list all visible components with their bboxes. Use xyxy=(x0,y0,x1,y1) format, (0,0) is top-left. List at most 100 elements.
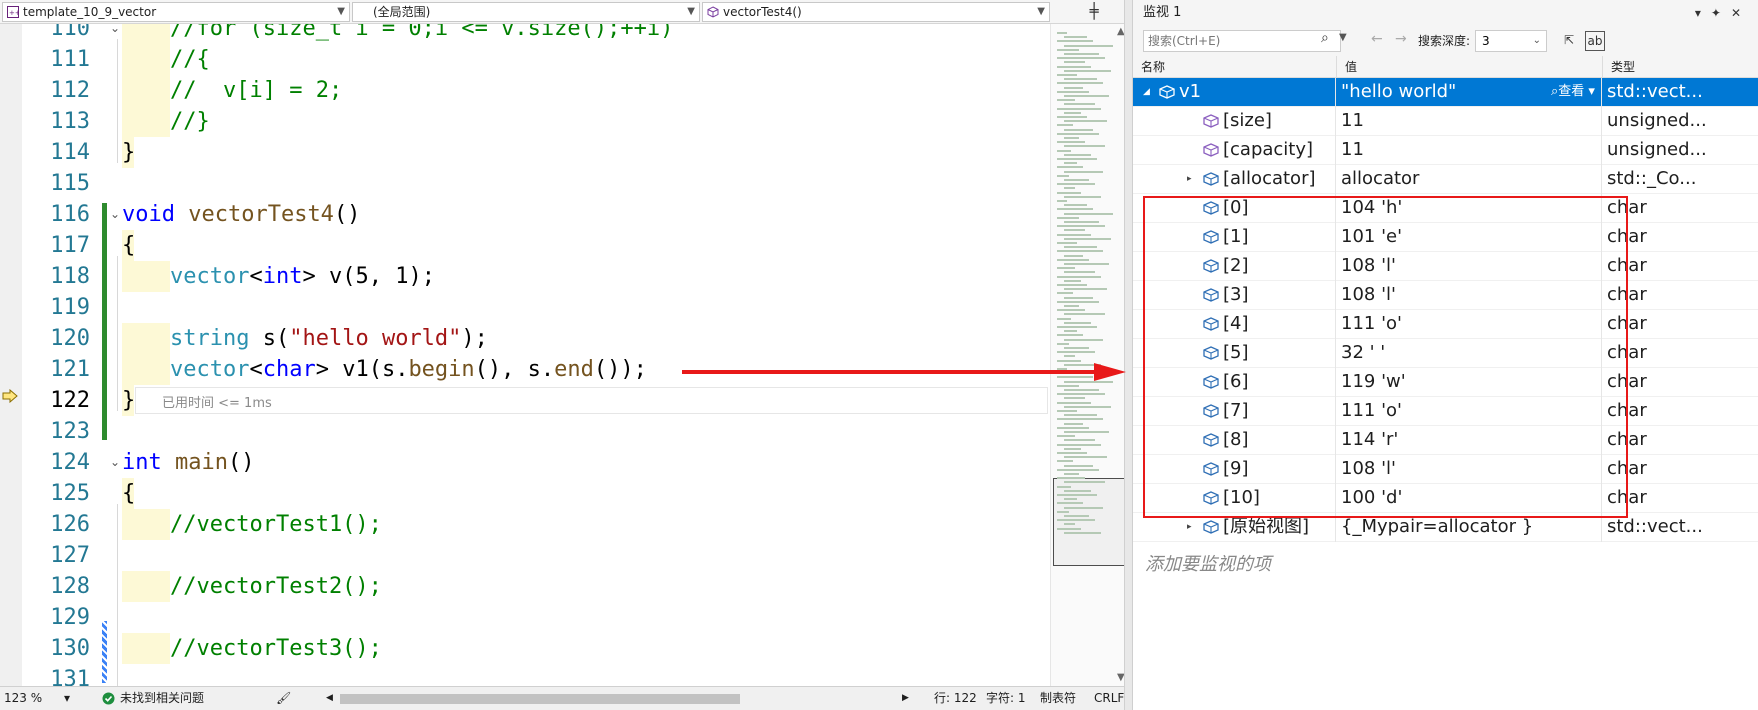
minimap-line xyxy=(1057,443,1101,446)
char-indicator[interactable]: 字符: 1 xyxy=(986,687,1026,709)
minimap-line xyxy=(1064,204,1087,207)
watch-type-cell[interactable]: char xyxy=(1607,223,1755,252)
code-line[interactable]: 129 xyxy=(22,602,1058,633)
code-line[interactable]: 113 //} xyxy=(22,106,1058,137)
column-header-name[interactable]: 名称 xyxy=(1133,56,1337,78)
watch-row[interactable]: [size] 11 unsigned... xyxy=(1133,107,1758,136)
minimap-line xyxy=(1064,120,1107,123)
watch-name-cell[interactable]: [allocator] xyxy=(1223,165,1337,194)
code-line[interactable]: 124 ⌄ int main() xyxy=(22,447,1058,478)
watch-value-cell[interactable]: 11 xyxy=(1341,136,1601,165)
watch-type-cell[interactable]: unsigned... xyxy=(1607,107,1755,136)
minimap-line xyxy=(1057,326,1097,328)
scroll-right-icon[interactable]: ▶ xyxy=(902,687,909,709)
indent-highlight xyxy=(122,44,170,75)
watch-type-cell[interactable]: char xyxy=(1607,397,1755,426)
issues-status[interactable]: 未找到相关问题 xyxy=(120,687,204,709)
search-previous-arrow-icon[interactable]: ← xyxy=(1371,31,1383,47)
code-line[interactable]: 114} xyxy=(22,137,1058,168)
watch-row[interactable]: ◢ v1 "hello world" ⌕查看 ▾ std::vect... xyxy=(1133,78,1758,107)
watch-type-cell[interactable]: std::vect... xyxy=(1607,513,1755,542)
watch-type-cell[interactable]: unsigned... xyxy=(1607,136,1755,165)
code-line[interactable]: 118 vector<int> v(5, 1); xyxy=(22,261,1058,292)
code-line[interactable]: 116 ⌄ void vectorTest4() xyxy=(22,199,1058,230)
code-line[interactable]: 128 //vectorTest2(); xyxy=(22,571,1058,602)
code-line[interactable]: 127 xyxy=(22,540,1058,571)
tab-indicator[interactable]: 制表符 xyxy=(1040,687,1076,709)
collapse-arrow-icon[interactable]: ◢ xyxy=(1143,78,1150,106)
code-line[interactable]: 117 { xyxy=(22,230,1058,261)
code-line[interactable]: 131 xyxy=(22,664,1058,686)
watch-name-cell[interactable]: v1 xyxy=(1179,78,1337,107)
horizontal-scrollbar[interactable] xyxy=(340,694,900,704)
line-indicator[interactable]: 行: 122 xyxy=(934,687,977,709)
text-visualizer-button[interactable]: ⌕查看 ▾ xyxy=(1551,78,1595,106)
project-dropdown[interactable]: ++ template_10_9_vector ▼ xyxy=(2,2,350,22)
view-options-icon[interactable]: ab xyxy=(1585,31,1605,51)
watch-type-cell[interactable]: char xyxy=(1607,310,1755,339)
close-icon[interactable]: ✕ xyxy=(1731,6,1751,20)
watch-title-bar: 监视 1 ▾✦✕ xyxy=(1133,0,1758,26)
code-line[interactable]: 120 string s("hello world"); xyxy=(22,323,1058,354)
scroll-left-icon[interactable]: ◀ xyxy=(326,687,333,709)
code-line[interactable]: 119 xyxy=(22,292,1058,323)
watch-type-cell[interactable]: char xyxy=(1607,368,1755,397)
watch-value-cell[interactable]: 11 xyxy=(1341,107,1601,136)
watch-type-cell[interactable]: char xyxy=(1607,194,1755,223)
watch-type-cell[interactable]: char xyxy=(1607,426,1755,455)
watch-type-cell[interactable]: std::vect... xyxy=(1607,78,1755,107)
watch-row[interactable]: [capacity] 11 unsigned... xyxy=(1133,136,1758,165)
pin-icon[interactable]: ✦ xyxy=(1711,6,1731,20)
code-text: { xyxy=(122,481,136,506)
code-line[interactable]: 130 //vectorTest3(); xyxy=(22,633,1058,664)
window-menu-chevron-icon[interactable]: ▾ xyxy=(1695,6,1711,20)
fold-chevron-icon[interactable]: ⌄ xyxy=(110,455,120,469)
panel-splitter[interactable] xyxy=(1124,0,1132,710)
watch-type-cell[interactable]: char xyxy=(1607,281,1755,310)
horizontal-scrollbar-thumb[interactable] xyxy=(340,694,740,704)
watch-name-cell[interactable]: [capacity] xyxy=(1223,136,1337,165)
search-icon[interactable]: ⌕ xyxy=(1321,30,1329,46)
expand-arrow-icon[interactable]: ▸ xyxy=(1187,165,1192,193)
split-window-icon[interactable]: ╪ xyxy=(1082,2,1106,22)
zoom-level[interactable]: 123 % xyxy=(4,687,42,709)
search-options-dropdown-icon[interactable]: ▼ xyxy=(1339,32,1347,43)
column-header-value[interactable]: 值 xyxy=(1337,56,1603,78)
column-header-type[interactable]: 类型 xyxy=(1603,56,1758,78)
function-dropdown[interactable]: vectorTest4() ▼ xyxy=(702,2,1050,22)
code-cleanup-brush-icon[interactable]: 🖌 xyxy=(276,687,291,709)
minimap-line xyxy=(1057,149,1071,152)
code-line[interactable]: 115 xyxy=(22,168,1058,199)
add-watch-item-input[interactable]: 添加要监视的项 xyxy=(1145,550,1271,576)
code-text-area[interactable]: 110 ⌄ //for (size_t i = 0;i <= v.size();++… xyxy=(22,24,1058,686)
minimap-line xyxy=(1064,212,1113,215)
code-line[interactable]: 123 xyxy=(22,416,1058,447)
code-line[interactable]: 126 //vectorTest1(); xyxy=(22,509,1058,540)
minimap-line xyxy=(1064,195,1101,198)
line-ending-indicator[interactable]: CRLF xyxy=(1094,687,1124,709)
watch-row[interactable]: ▸ [allocator] allocator std::_Co... xyxy=(1133,165,1758,194)
code-line[interactable]: 111 //{ xyxy=(22,44,1058,75)
watch-type-cell[interactable]: std::_Co... xyxy=(1607,165,1755,194)
search-next-arrow-icon[interactable]: → xyxy=(1395,31,1407,47)
code-minimap[interactable] xyxy=(1050,24,1132,686)
watch-name-cell[interactable]: [size] xyxy=(1223,107,1337,136)
minimap-line xyxy=(1057,48,1079,51)
code-line[interactable]: 125 { xyxy=(22,478,1058,509)
watch-type-cell[interactable]: char xyxy=(1607,484,1755,513)
watch-type-cell[interactable]: char xyxy=(1607,252,1755,281)
scope-dropdown[interactable]: (全局范围) ▼ xyxy=(352,2,700,22)
fold-chevron-icon[interactable]: ⌄ xyxy=(110,24,120,35)
code-line[interactable]: 110 ⌄ //for (size_t i = 0;i <= v.size();++… xyxy=(22,24,1058,44)
minimap-line xyxy=(1057,351,1095,354)
code-line[interactable]: 112 // v[i] = 2; xyxy=(22,75,1058,106)
pin-to-source-icon[interactable]: ⇱ xyxy=(1559,31,1579,51)
watch-value-cell[interactable]: allocator xyxy=(1341,165,1601,194)
fold-chevron-icon[interactable]: ⌄ xyxy=(110,207,120,221)
property-icon xyxy=(1203,114,1219,128)
search-depth-dropdown[interactable]: 3 ⌄ xyxy=(1475,30,1547,52)
watch-search-input[interactable]: 搜索(Ctrl+E) xyxy=(1143,30,1341,52)
watch-type-cell[interactable]: char xyxy=(1607,455,1755,484)
watch-type-cell[interactable]: char xyxy=(1607,339,1755,368)
zoom-dropdown-icon[interactable]: ▾ xyxy=(64,687,70,709)
